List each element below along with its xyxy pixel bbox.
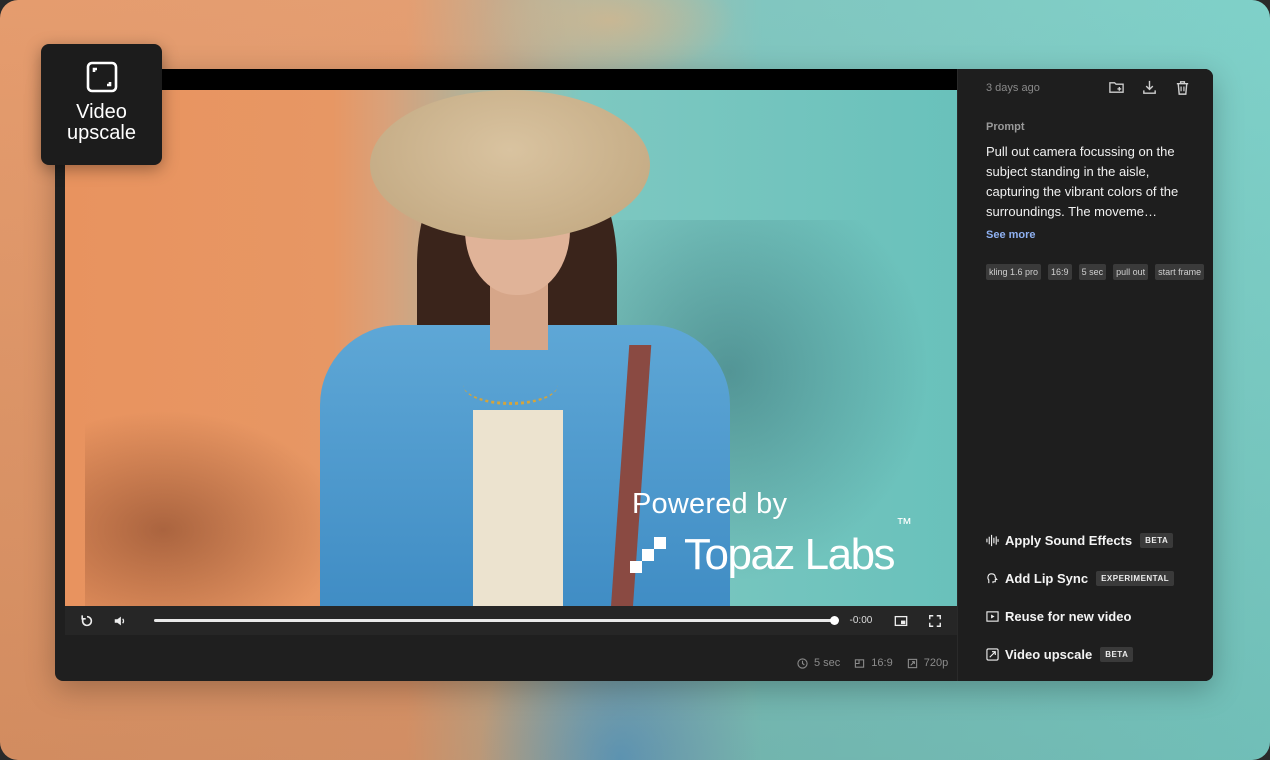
prompt-tags: kling 1.6 pro 16:9 5 sec pull out start … [986,264,1206,280]
subject-necklace [463,365,558,405]
tag-start-frame: start frame [1155,264,1205,280]
video-upscale-card: Video upscale [41,44,162,165]
sidebar-toolbar [1108,79,1191,96]
clock-icon [797,657,808,669]
fullscreen-icon [929,614,942,627]
prompt-text: Pull out camera focussing on the subject… [986,144,1179,219]
fullscreen-button[interactable] [923,610,947,632]
add-lip-sync-button[interactable]: Add Lip Sync EXPERIMENTAL [986,559,1206,597]
speaking-head-icon [986,572,999,585]
picture-in-picture-button[interactable] [889,610,913,632]
action-list: Apply Sound Effects BETA Add Lip Sync EX… [986,521,1206,673]
video-frame[interactable]: Powered by Topaz Labs™ [65,90,957,606]
seek-handle[interactable] [829,616,839,625]
tag-duration: 5 sec [1078,264,1107,280]
replay-icon [81,614,92,626]
watermark-powered-by: Powered by [632,488,788,520]
meta-aspect-ratio: 16:9 [854,657,893,669]
resolution-icon [907,658,917,668]
aspect-ratio-icon [855,658,865,668]
sidebar-header: 3 days ago [986,79,1191,96]
topaz-wordmark: Topaz Labs™ [684,516,912,579]
replay-button[interactable] [75,610,99,632]
reuse-for-new-video-button[interactable]: Reuse for new video [986,597,1206,635]
meta-resolution: 720p [907,657,948,669]
video-upscale-button[interactable]: Video upscale BETA [986,635,1206,673]
card-label: Video upscale [67,101,136,144]
prompt-label: Prompt [986,121,1025,133]
trash-icon[interactable] [1174,79,1191,96]
add-to-folder-icon[interactable] [1108,79,1125,96]
apply-sound-effects-button[interactable]: Apply Sound Effects BETA [986,521,1206,559]
player-controls: -0:00 [65,606,957,635]
upscale-icon [986,647,999,661]
picture-in-picture-icon [894,615,908,626]
topaz-mark-icon [630,537,666,573]
time-remaining: -0:00 [849,615,873,626]
experimental-badge: EXPERIMENTAL [1096,570,1175,586]
leaf-shadow [85,410,345,606]
beta-badge: BETA [1100,646,1134,662]
upscale-icon [86,61,118,93]
topaz-labs-logo: Topaz Labs™ [630,516,912,585]
meta-duration: 5 sec [797,657,840,669]
volume-icon [115,616,125,625]
created-date: 3 days ago [986,81,1040,94]
tag-aspect: 16:9 [1048,264,1072,280]
play-square-icon [986,610,999,623]
tag-camera: pull out [1113,264,1149,280]
waveform-icon [986,534,999,547]
beta-badge: BETA [1140,532,1174,548]
video-meta: 5 sec 16:9 720p [797,657,948,669]
video-player[interactable]: Powered by Topaz Labs™ -0:00 [65,69,957,635]
volume-button[interactable] [109,610,133,632]
download-icon[interactable] [1141,79,1158,96]
subject-top [473,410,563,606]
see-more-link[interactable]: See more [986,229,1036,241]
video-detail-window: Powered by Topaz Labs™ -0:00 5 sec 16:9 … [55,69,1213,681]
seek-bar[interactable] [154,616,839,625]
details-sidebar: 3 days ago Prompt Pull out camera focuss… [957,69,1213,681]
tag-model: kling 1.6 pro [986,264,1042,280]
subject-hat [370,90,650,240]
